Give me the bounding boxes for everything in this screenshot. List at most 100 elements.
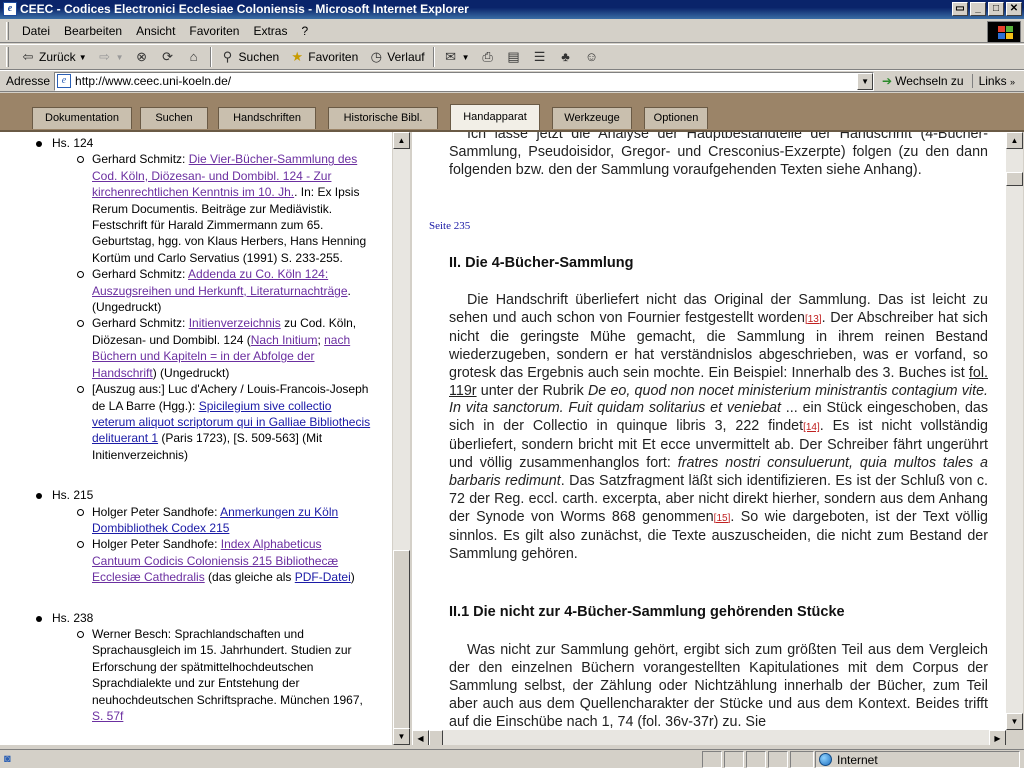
footnote-link[interactable]: [15] (714, 513, 731, 524)
list-item: Holger Peter Sandhofe: Index Alphabeticu… (0, 536, 380, 585)
tab-handapparat[interactable]: Handapparat (450, 104, 540, 131)
close-button[interactable]: ✕ (1006, 2, 1022, 16)
bullet-icon (36, 615, 42, 622)
home-button[interactable]: ⌂ (181, 46, 207, 68)
bullet-icon (36, 493, 42, 500)
minimize-button[interactable]: _ (970, 2, 986, 16)
site-tabs: Dokumentation Suchen Handschriften Histo… (0, 93, 1024, 131)
status-cell (768, 751, 788, 768)
circle-bullet-icon (77, 630, 84, 638)
body-paragraph: Was nicht zur Sammlung gehört, ergibt si… (449, 642, 988, 730)
restore-small-icon[interactable]: ▭ (952, 2, 968, 16)
tab-optionen[interactable]: Optionen (644, 107, 708, 129)
standard-toolbar: ⇦ Zurück ▼ ⇨ ▼ ⊗ ⟳ ⌂ ⚲ Suchen ★ Favorite… (0, 44, 1024, 70)
links-button[interactable]: Links » (971, 74, 1015, 88)
entry-text: ) (Ungedruckt) (152, 365, 230, 380)
discuss-button[interactable]: ☰ (527, 46, 553, 68)
search-button[interactable]: ⚲ Suchen (215, 46, 285, 68)
maximize-button[interactable]: □ (988, 2, 1004, 16)
stop-button[interactable]: ⊗ (129, 46, 155, 68)
scroll-thumb[interactable] (1006, 172, 1023, 186)
menu-datei[interactable]: Datei (15, 24, 57, 38)
scroll-up-button[interactable]: ▲ (393, 132, 410, 149)
entry-link[interactable]: Nach Initium (251, 333, 318, 347)
history-label: Verlauf (387, 50, 425, 64)
tab-werkzeuge[interactable]: Werkzeuge (552, 107, 632, 129)
toolbar-separator-2 (432, 47, 435, 67)
refresh-button[interactable]: ⟳ (155, 46, 181, 68)
forward-button[interactable]: ⇨ ▼ (92, 46, 129, 68)
edit-button[interactable]: ▤ (501, 46, 527, 68)
status-cell (724, 751, 744, 768)
page-status-icon: ◙ (4, 753, 11, 765)
list-item: Hs. 124 (0, 135, 380, 151)
entry-author: Gerhard Schmitz: (92, 152, 189, 167)
left-scrollbar[interactable]: ▲ ▼ (393, 132, 410, 750)
tab-handschriften[interactable]: Handschriften (218, 107, 316, 129)
favorites-star-icon: ★ (291, 49, 304, 64)
menu-extras[interactable]: Extras (246, 24, 294, 38)
scroll-thumb[interactable] (393, 550, 410, 750)
menu-ansicht[interactable]: Ansicht (129, 24, 182, 38)
back-arrow-icon: ⇦ (22, 49, 34, 64)
menu-favoriten[interactable]: Favoriten (182, 24, 246, 38)
back-dropdown-icon[interactable]: ▼ (79, 53, 87, 62)
print-button[interactable]: ⎙ (475, 46, 501, 68)
print-icon: ⎙ (482, 49, 493, 64)
bibliography-pane[interactable]: Hs. 124 Gerhard Schmitz: Die Vier-Bücher… (0, 132, 392, 745)
go-arrow-icon: ➔ (882, 74, 893, 88)
entry-author: Gerhard Schmitz: (92, 267, 189, 282)
entry-link[interactable]: PDF-Datei (295, 570, 351, 584)
footnote-link[interactable]: [13] (805, 314, 822, 325)
mail-dropdown-icon[interactable]: ▼ (462, 53, 470, 62)
mail-button[interactable]: ✉ ▼ (438, 46, 475, 68)
window-titlebar[interactable]: e CEEC - Codices Electronici Ecclesiae C… (0, 0, 1024, 19)
research-button[interactable]: ☺ (579, 46, 605, 68)
address-input[interactable]: e http://www.ceec.uni-koeln.de/ ▼ (54, 71, 875, 91)
favorites-button[interactable]: ★ Favoriten (284, 46, 363, 68)
messenger-icon: ♣ (561, 49, 570, 64)
tab-suchen[interactable]: Suchen (140, 107, 208, 129)
mail-icon: ✉ (445, 49, 457, 64)
windows-logo-icon (987, 21, 1021, 43)
menu-bearbeiten[interactable]: Bearbeiten (57, 24, 129, 38)
document-pane[interactable]: Ich lasse jetzt die Analyse der Hauptbes… (412, 132, 1006, 730)
entry-author: Holger Peter Sandhofe: (92, 504, 221, 519)
toolbar-grip (6, 47, 9, 67)
globe-icon (819, 753, 832, 766)
document-scrollbar[interactable]: ▲ ▼ (1006, 132, 1023, 730)
entry-author: Werner Besch: Sprachlandschaften und Spr… (92, 626, 363, 707)
address-dropdown-button[interactable]: ▼ (857, 72, 874, 90)
footnote-link[interactable]: [14] (803, 422, 820, 433)
menu-help[interactable]: ? (294, 24, 315, 38)
forward-dropdown-icon[interactable]: ▼ (116, 53, 124, 62)
edit-icon: ▤ (507, 49, 520, 64)
entry-link[interactable]: Initienverzeichnis (189, 316, 281, 330)
status-cell (746, 751, 766, 768)
stop-icon: ⊗ (136, 49, 147, 64)
section-heading: Hs. 124 (52, 136, 94, 150)
list-item: Holger Peter Sandhofe: Anmerkungen zu Kö… (0, 504, 380, 537)
scroll-up-button[interactable]: ▲ (1006, 132, 1023, 149)
back-button[interactable]: ⇦ Zurück ▼ (15, 46, 92, 68)
back-label: Zurück (39, 50, 76, 64)
list-item: [Auszug aus:] Luc d'Achery / Louis-Franc… (0, 381, 380, 463)
scroll-down-button[interactable]: ▼ (1006, 713, 1023, 730)
entry-author: Gerhard Schmitz: (92, 316, 189, 331)
messenger-button[interactable]: ♣ (553, 46, 579, 68)
scroll-down-button[interactable]: ▼ (393, 728, 410, 745)
circle-bullet-icon (77, 320, 84, 328)
forward-arrow-icon: ⇨ (99, 49, 111, 64)
security-zone[interactable]: Internet (815, 751, 1020, 768)
history-button[interactable]: ◷ Verlauf (363, 46, 429, 68)
home-icon: ⌂ (189, 49, 198, 64)
links-chevron-icon: » (1009, 77, 1015, 87)
window-title: CEEC - Codices Electronici Ecclesiae Col… (20, 2, 469, 16)
go-button[interactable]: ➔ Wechseln zu (882, 74, 964, 88)
entry-link[interactable]: S. 57f (92, 709, 123, 723)
tab-historische-bibl[interactable]: Historische Bibl. (328, 107, 438, 129)
body-paragraph: Die Handschrift überliefert nicht das Or… (449, 292, 988, 564)
tab-dokumentation[interactable]: Dokumentation (32, 107, 132, 129)
section-heading: II. Die 4-Bücher-Sammlung (449, 255, 634, 271)
ie-icon: e (3, 2, 17, 16)
